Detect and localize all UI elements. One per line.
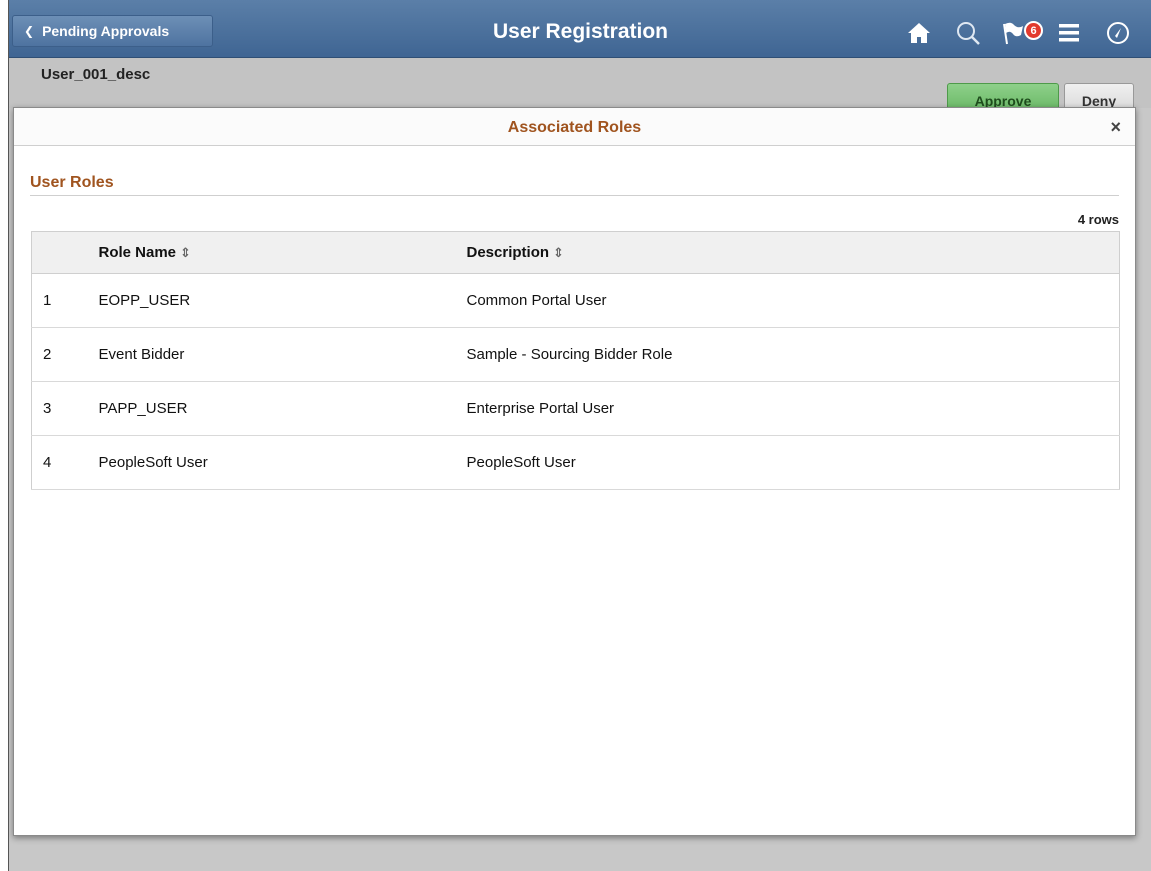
section-title: User Roles — [30, 174, 114, 191]
sort-icon: ⇕ — [553, 245, 564, 260]
table-row: 1 EOPP_USER Common Portal User — [31, 273, 1120, 328]
back-button-pending-approvals[interactable]: ❮ Pending Approvals — [12, 15, 213, 47]
modal-title: Associated Roles — [507, 119, 642, 136]
table-row: 2 Event Bidder Sample - Sourcing Bidder … — [31, 327, 1120, 382]
notification-badge: 6 — [1024, 21, 1043, 40]
navbar-compass-icon[interactable] — [1105, 20, 1131, 46]
description-cell: Enterprise Portal User — [466, 381, 1120, 436]
app-window: ❮ Pending Approvals User Registration 6 … — [8, 0, 1151, 871]
row-number-header — [31, 231, 99, 274]
table-row: 4 PeopleSoft User PeopleSoft User — [31, 435, 1120, 490]
description-cell: Sample - Sourcing Bidder Role — [466, 327, 1120, 382]
search-icon[interactable] — [955, 20, 981, 46]
flag-icon[interactable] — [1000, 20, 1026, 46]
role-name-cell: Event Bidder — [98, 327, 467, 382]
column-header-label: Description — [466, 244, 550, 261]
user-description: User_001_desc — [41, 66, 151, 83]
modal-header: Associated Roles × — [14, 108, 1135, 146]
associated-roles-modal: Associated Roles × User Roles 4 rows Rol… — [13, 107, 1136, 836]
top-header-bar: ❮ Pending Approvals User Registration 6 — [9, 0, 1151, 58]
table-row: 3 PAPP_USER Enterprise Portal User — [31, 381, 1120, 436]
close-icon[interactable]: × — [1110, 117, 1121, 138]
table-header-row: Role Name ⇕ Description ⇕ — [31, 231, 1120, 274]
back-button-label: Pending Approvals — [42, 23, 170, 39]
row-number: 4 — [31, 435, 99, 490]
chevron-left-icon: ❮ — [24, 24, 35, 38]
page-subheader: User_001_desc Approve Deny — [9, 58, 1151, 117]
menu-icon[interactable] — [1056, 20, 1082, 46]
home-icon[interactable] — [906, 20, 932, 46]
description-cell: PeopleSoft User — [466, 435, 1120, 490]
row-number: 3 — [31, 381, 99, 436]
description-cell: Common Portal User — [466, 273, 1120, 328]
column-header-label: Role Name — [98, 244, 177, 261]
role-name-cell: PeopleSoft User — [98, 435, 467, 490]
column-header-role-name[interactable]: Role Name ⇕ — [98, 231, 467, 274]
role-name-cell: PAPP_USER — [98, 381, 467, 436]
row-count: 4 rows — [1077, 212, 1119, 227]
section-divider — [30, 195, 1119, 196]
row-number: 2 — [31, 327, 99, 382]
row-number: 1 — [31, 273, 99, 328]
role-name-cell: EOPP_USER — [98, 273, 467, 328]
user-roles-table: Role Name ⇕ Description ⇕ 1 EOPP_USER Comm… — [31, 231, 1120, 490]
column-header-description[interactable]: Description ⇕ — [466, 231, 1120, 274]
screen-edge — [0, 0, 8, 871]
sort-icon: ⇕ — [180, 245, 191, 260]
